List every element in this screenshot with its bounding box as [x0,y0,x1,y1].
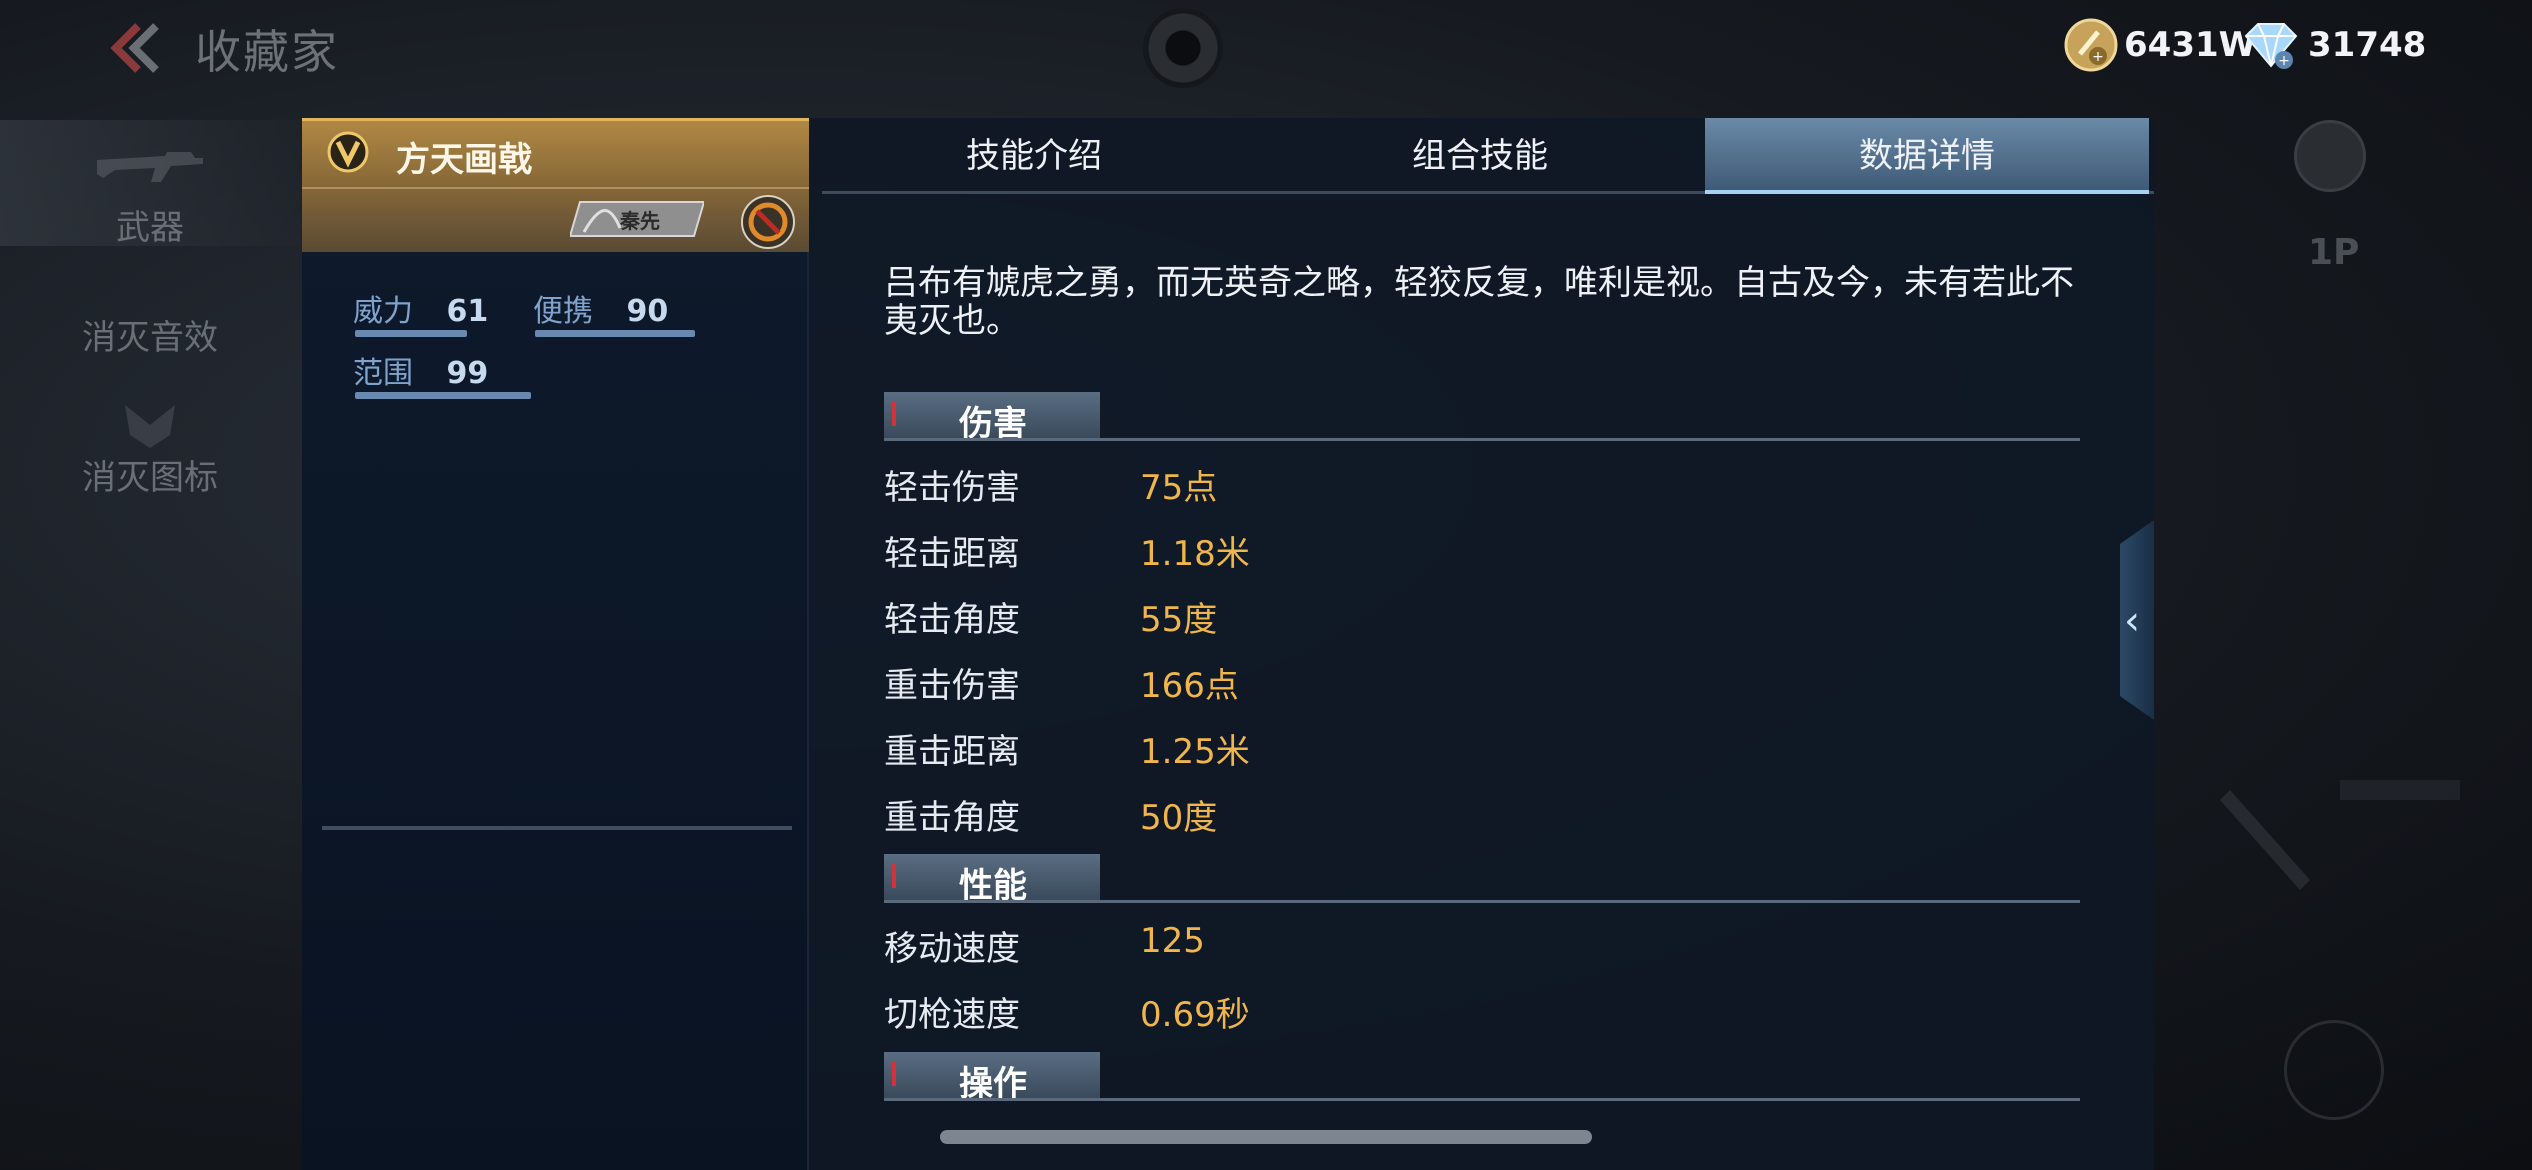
section-operation: 操作 [884,1052,2080,1104]
ban-icon [741,195,795,249]
data-row: 移动速度 125 [884,921,1684,971]
svg-text:+: + [2092,49,2104,65]
stat-label: 威力 [353,294,413,329]
section-marker [892,402,896,426]
stat-label: 便携 [533,294,593,329]
weapon-name: 方天画戟 [396,140,532,180]
nav-item-label: 消灭图标 [82,458,218,498]
row-key: 重击伤害 [884,666,1020,706]
page-title: 收藏家 [195,25,339,79]
chevron-left-icon: ‹ [2124,598,2140,644]
player-label: 1P [2308,232,2360,273]
coin-decor [2284,1020,2384,1120]
section-line [884,900,2080,903]
section-line [884,438,2080,441]
category-nav: 武器 消灭音效 消灭图标 [0,120,300,720]
row-value: 0.69秒 [1140,995,1250,1035]
diamond-icon: + [2244,23,2298,69]
chevron-left-icon [110,23,159,73]
section-damage: 伤害 [884,392,2080,444]
data-row: 轻击伤害 75点 [884,460,1684,510]
diamond-currency[interactable]: + 31748 [2240,18,2426,72]
stat-range: 范围 99 [353,348,531,399]
stat-bar [535,330,695,337]
nav-item-label: 武器 [116,208,184,248]
section-line [884,1098,2080,1101]
row-value: 50度 [1140,798,1218,838]
gamepad-icon[interactable] [2294,120,2366,192]
stat-bar [355,392,531,399]
data-row: 轻击角度 55度 [884,592,1684,642]
tab-combo-skill[interactable]: 组合技能 [1258,118,1702,194]
section-marker [892,1062,896,1086]
diamond-value: 31748 [2308,25,2427,65]
row-value: 75点 [1140,468,1218,508]
section-performance: 性能 [884,854,2080,906]
gold-value: 6431W [2124,25,2257,65]
panel-divider [322,826,792,830]
row-value: 1.18米 [1140,534,1250,574]
row-value: 1.25米 [1140,732,1250,772]
nav-item-label: 消灭音效 [82,318,218,358]
stat-carry: 便携 90 [533,286,695,337]
stat-value: 90 [626,294,669,329]
row-value: 166点 [1140,666,1239,706]
gold-currency[interactable]: + 6431W [2064,18,2256,72]
camera-notch [1143,8,1223,88]
row-key: 轻击角度 [884,600,1020,640]
header-divider [302,187,809,189]
gold-coin-icon: + [2064,18,2118,72]
svg-text:+: + [2278,53,2290,69]
ammo-icon [2220,780,2460,890]
data-row: 轻击距离 1.18米 [884,526,1684,576]
weapon-header [302,118,809,252]
horizontal-scrollbar[interactable] [940,1130,1592,1144]
back-button[interactable] [100,18,170,78]
row-value: 55度 [1140,600,1218,640]
tab-data-details[interactable]: 数据详情 [1705,118,2149,194]
stat-bar [355,330,467,337]
row-key: 切枪速度 [884,995,1020,1035]
weapon-info-panel [302,118,809,1170]
nav-item-weapon[interactable]: 武器 [0,120,300,248]
row-value: 125 [1140,921,1205,961]
section-marker [892,864,896,888]
row-key: 轻击伤害 [884,468,1020,508]
rifle-icon [97,152,203,182]
emblem-icon [125,405,175,448]
row-key: 轻击距离 [884,534,1020,574]
row-key: 重击角度 [884,798,1020,838]
row-key: 移动速度 [884,929,1020,969]
stat-label: 范围 [353,356,413,391]
data-row: 重击伤害 166点 [884,658,1684,708]
nav-item-sound[interactable]: 消灭音效 [0,280,300,370]
data-row: 重击角度 50度 [884,790,1684,840]
hero-tag-label: 秦先 [620,209,660,233]
tab-skill-intro[interactable]: 技能介绍 [812,118,1256,194]
data-row: 重击距离 1.25米 [884,724,1684,774]
weapon-description: 吕布有虓虎之勇，而无英奇之略，轻狡反复，唯利是视。自古及今，未有若此不夷灭也。 [884,263,2074,341]
nav-item-emblem[interactable]: 消灭图标 [0,400,300,500]
stat-value: 61 [446,294,489,329]
stat-value: 99 [446,356,489,391]
data-row: 切枪速度 0.69秒 [884,987,1684,1037]
v-rank-icon [327,131,369,173]
row-key: 重击距离 [884,732,1020,772]
stat-power: 威力 61 [353,286,489,337]
